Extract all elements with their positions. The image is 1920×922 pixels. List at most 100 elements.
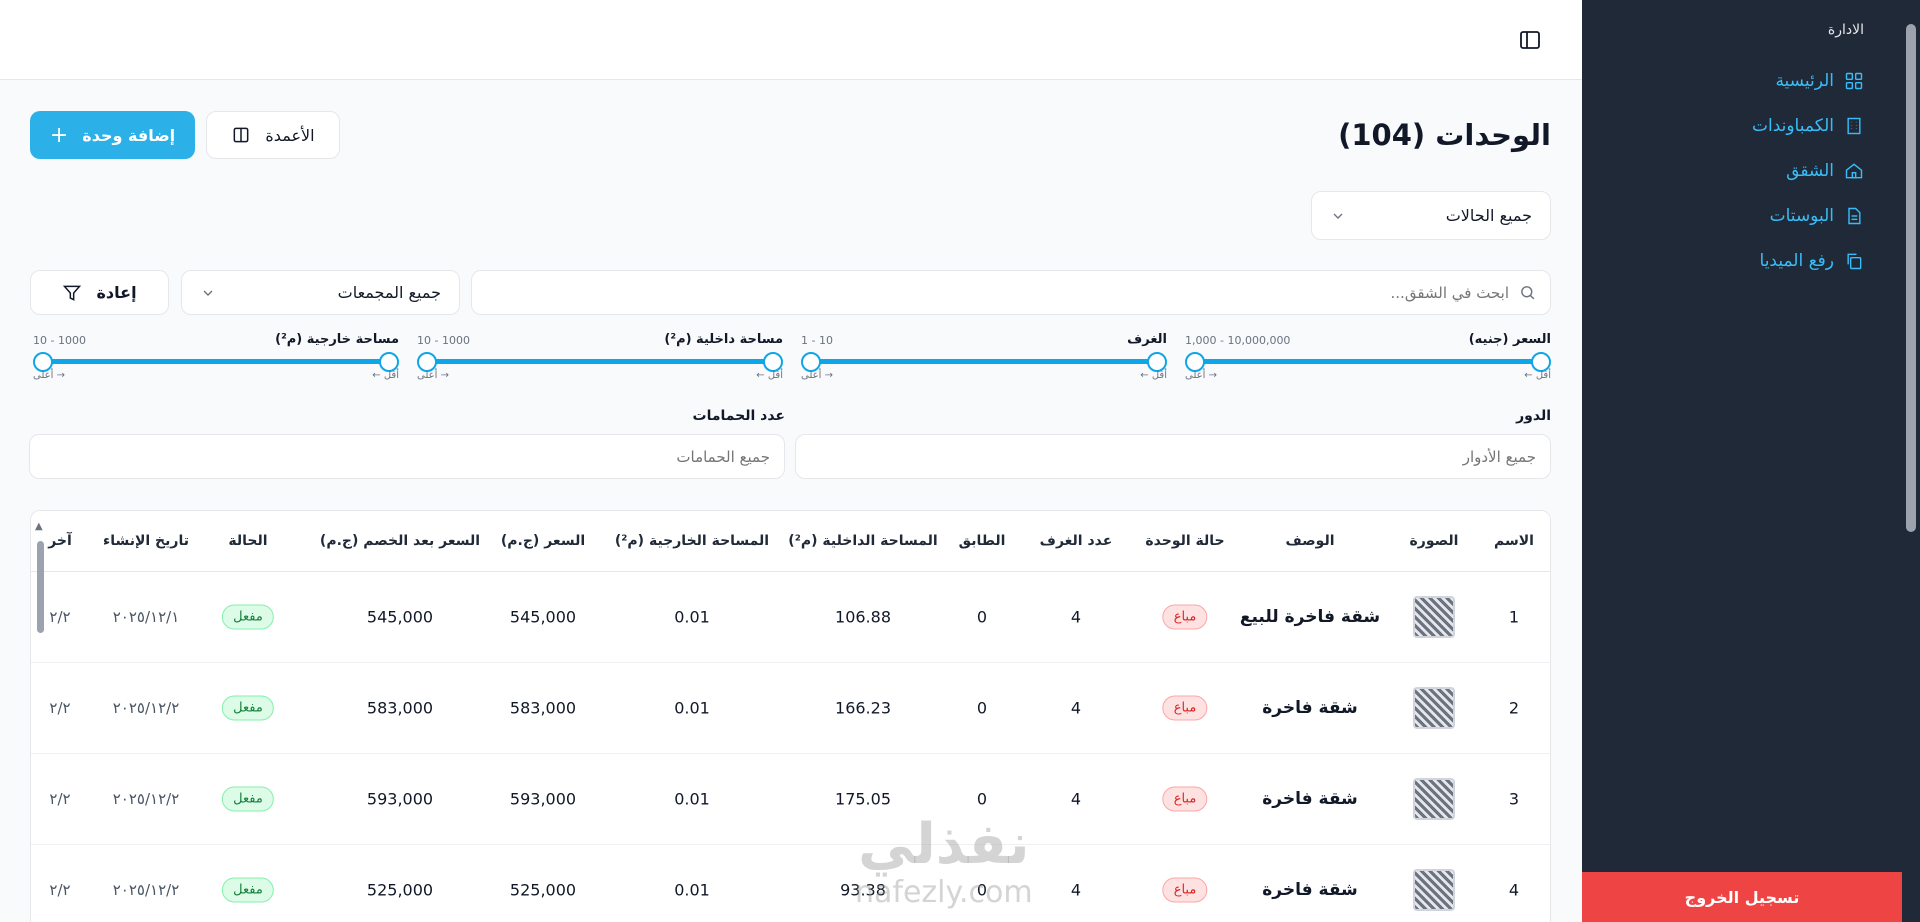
col-created[interactable]: تاريخ الإنشاء xyxy=(103,533,189,549)
cell-name: 2 xyxy=(1508,698,1520,718)
table-row[interactable]: 2 شقة فاخرة مباع 4 0 166.23 0.01 583,000… xyxy=(31,663,1550,754)
cell-floor: 0 xyxy=(976,607,988,627)
col-rooms[interactable]: عدد الغرف xyxy=(1040,533,1113,549)
page-scrollbar[interactable] xyxy=(1902,0,1920,922)
page-scroll-thumb[interactable] xyxy=(1906,24,1916,532)
add-unit-label: إضافة وحدة xyxy=(82,125,176,145)
col-floor[interactable]: الطابق xyxy=(959,533,1006,549)
floor-input[interactable] xyxy=(810,447,1536,466)
slider-min-handle[interactable] xyxy=(379,352,399,372)
sidebar-item-posts[interactable]: البوستات xyxy=(1604,193,1864,238)
cell-price: 593,000 xyxy=(509,789,577,809)
table-row[interactable]: 1 شقة فاخرة للبيع مباع 4 0 106.88 0.01 5… xyxy=(31,572,1550,663)
slider-min-handle[interactable] xyxy=(1147,352,1167,372)
inner-area-slider: مساحة داخلية (م²) 10 - 1000 أقل ← → أعلى xyxy=(417,332,783,382)
sidebar-nav: الرئيسية الكمباوندات الشقق البوستات رفع … xyxy=(1604,58,1864,283)
cell-image[interactable] xyxy=(1413,778,1455,820)
col-name[interactable]: الاسم xyxy=(1494,533,1534,549)
outer-area-slider: مساحة خارجية (م²) 10 - 1000 أقل ← → أعلى xyxy=(33,332,399,382)
plus-icon: + xyxy=(49,122,69,148)
sidebar: الادارة الرئيسية الكمباوندات الشقق البوس… xyxy=(1582,0,1902,922)
floor-label: الدور xyxy=(1516,408,1551,424)
floorplan-thumbnail[interactable] xyxy=(1413,778,1455,820)
slider-hint-max: → أعلى xyxy=(33,370,65,381)
group-select[interactable]: جميع المجمعات xyxy=(181,270,460,315)
col-outer-area[interactable]: المساحة الخارجية (م²) xyxy=(615,533,769,549)
slider-max-handle[interactable] xyxy=(417,352,437,372)
add-unit-button[interactable]: إضافة وحدة + xyxy=(30,111,195,159)
slider-min-handle[interactable] xyxy=(763,352,783,372)
reset-button[interactable]: إعادة xyxy=(30,270,169,315)
slider-hint-max: → أعلى xyxy=(801,370,833,381)
cell-inner-area: 106.88 xyxy=(835,607,891,627)
copy-icon xyxy=(1847,253,1862,269)
reset-label: إعادة xyxy=(96,283,137,302)
sidebar-item-label: رفع الميديا xyxy=(1759,250,1834,271)
cell-image[interactable] xyxy=(1413,596,1455,638)
cell-created: ٢٠٢٥/١٢/٢ xyxy=(112,790,180,808)
cell-created: ٢٠٢٥/١٢/١ xyxy=(112,608,180,626)
col-last[interactable]: آخر xyxy=(48,533,72,549)
slider-hint-max: → أعلى xyxy=(417,370,449,381)
cell-discount-price: 525,000 xyxy=(366,880,434,900)
slider-label: مساحة خارجية (م²) xyxy=(275,332,399,347)
cell-rooms: 4 xyxy=(1070,880,1082,900)
table-row[interactable]: 4 شقة فاخرة مباع 4 0 93.38 0.01 525,000 … xyxy=(31,845,1550,922)
logout-button[interactable]: تسجيل الخروج xyxy=(1582,872,1902,922)
slider-track xyxy=(1193,359,1543,364)
sidebar-item-label: البوستات xyxy=(1769,205,1834,226)
slider-max-handle[interactable] xyxy=(801,352,821,372)
bathrooms-field xyxy=(29,434,785,479)
bathrooms-label: عدد الحمامات xyxy=(692,408,786,424)
sidebar-item-media-upload[interactable]: رفع الميديا xyxy=(1604,238,1864,283)
slider-hint-min: أقل ← xyxy=(1140,370,1167,381)
columns-label: الأعمدة xyxy=(265,125,315,145)
unit-status-badge: مباع xyxy=(1162,786,1208,812)
col-discount-price[interactable]: السعر بعد الخصم (ج.م) xyxy=(320,533,480,549)
rooms-slider: الغرف 1 - 10 أقل ← → أعلى xyxy=(801,332,1167,382)
group-select-value: جميع المجمعات xyxy=(337,283,441,302)
col-price[interactable]: السعر (ج.م) xyxy=(501,533,585,549)
cell-price: 525,000 xyxy=(509,880,577,900)
floorplan-thumbnail[interactable] xyxy=(1413,869,1455,911)
col-unit-status[interactable]: حالة الوحدة xyxy=(1145,533,1224,549)
table-row[interactable]: 3 شقة فاخرة مباع 4 0 175.05 0.01 593,000… xyxy=(31,754,1550,845)
state-badge: مفعل xyxy=(222,604,274,630)
cell-outer-area: 0.01 xyxy=(674,789,710,809)
unit-status-badge: مباع xyxy=(1162,604,1208,630)
slider-hint-max: → أعلى xyxy=(1185,370,1217,381)
columns-button[interactable]: الأعمدة xyxy=(206,111,340,159)
watermark: نفذلي nafezly.com xyxy=(855,815,1033,911)
floorplan-thumbnail[interactable] xyxy=(1413,687,1455,729)
filter-icon xyxy=(63,285,82,301)
cell-floor: 0 xyxy=(976,789,988,809)
sidebar-item-label: الكمباوندات xyxy=(1751,115,1834,136)
cell-image[interactable] xyxy=(1413,869,1455,911)
col-description[interactable]: الوصف xyxy=(1285,533,1334,549)
col-image[interactable]: الصورة xyxy=(1410,533,1459,549)
sidebar-item-apartments[interactable]: الشقق xyxy=(1604,148,1864,193)
floorplan-thumbnail[interactable] xyxy=(1413,596,1455,638)
cell-rooms: 4 xyxy=(1070,607,1082,627)
cell-outer-area: 0.01 xyxy=(674,880,710,900)
status-select[interactable]: جميع الحالات xyxy=(1311,191,1551,240)
slider-max-handle[interactable] xyxy=(1185,352,1205,372)
scroll-up-icon[interactable]: ▲ xyxy=(35,521,43,532)
sidebar-item-compounds[interactable]: الكمباوندات xyxy=(1604,103,1864,148)
col-inner-area[interactable]: المساحة الداخلية (م²) xyxy=(788,533,937,549)
slider-hint-min: أقل ← xyxy=(756,370,783,381)
watermark-latin: nafezly.com xyxy=(855,875,1033,910)
search-input[interactable] xyxy=(486,283,1509,302)
chevron-down-icon xyxy=(203,290,213,296)
slider-range: 10 - 1000 xyxy=(33,334,86,347)
cell-image[interactable] xyxy=(1413,687,1455,729)
bathrooms-input[interactable] xyxy=(44,447,770,466)
price-slider: السعر (جنيه) 1,000 - 10,000,000 أقل ← → … xyxy=(1185,332,1551,382)
columns-icon xyxy=(234,127,249,143)
slider-min-handle[interactable] xyxy=(1531,352,1551,372)
top-bar xyxy=(0,0,1582,80)
col-state[interactable]: الحالة xyxy=(228,533,267,549)
sidebar-toggle-icon[interactable] xyxy=(1518,28,1542,52)
slider-max-handle[interactable] xyxy=(33,352,53,372)
sidebar-item-home[interactable]: الرئيسية xyxy=(1604,58,1864,103)
